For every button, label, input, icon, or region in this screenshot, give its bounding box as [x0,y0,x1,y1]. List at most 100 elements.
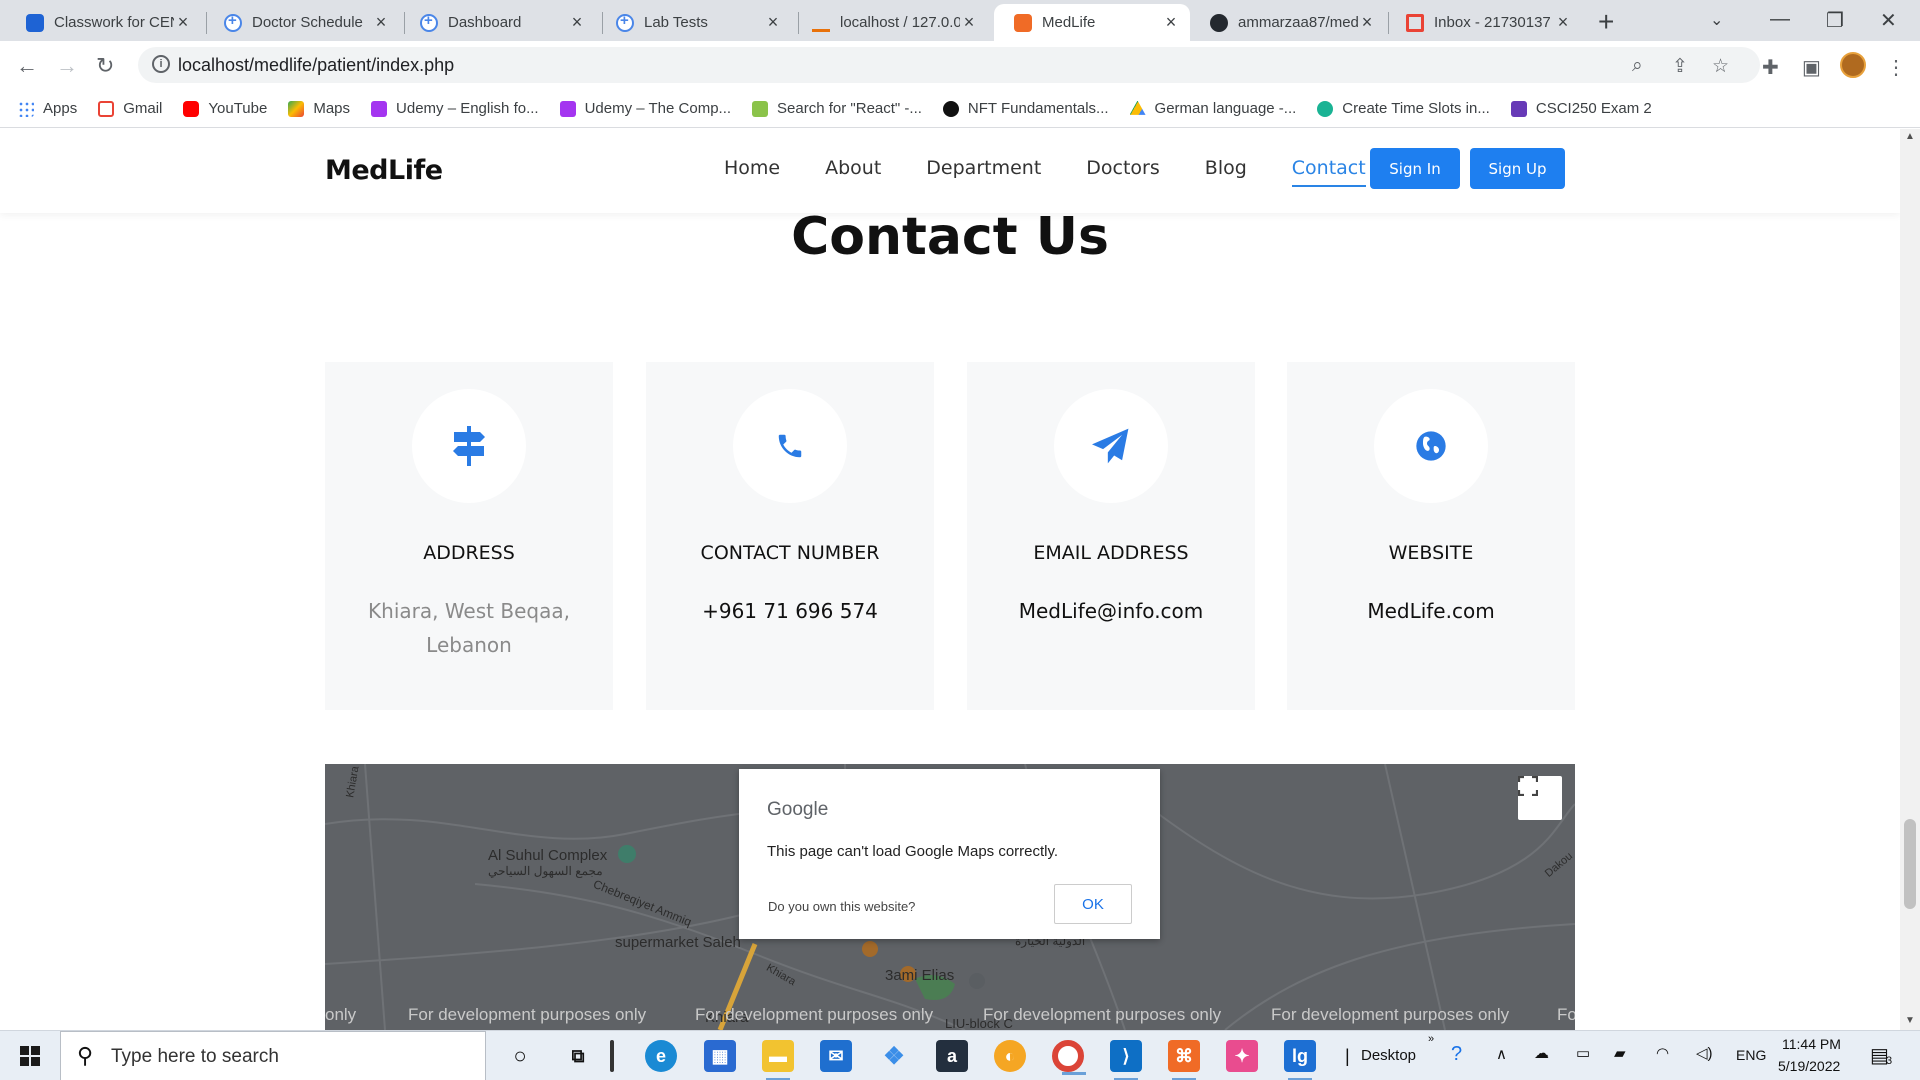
tab-phpmyadmin[interactable]: localhost / 127.0.0 × [792,4,988,41]
more-menu-icon[interactable]: ⋮ [1886,55,1906,80]
file-explorer-icon[interactable]: ▬ [762,1040,794,1080]
help-icon[interactable]: ? [1451,1043,1462,1066]
bookmark-label: CSCI250 Exam 2 [1535,100,1652,117]
language-indicator[interactable]: ENG [1736,1047,1766,1063]
bookmark-star-icon[interactable]: ☆ [1712,55,1729,78]
zoom-icon[interactable]: ⌕ [1632,55,1643,77]
side-panel-icon[interactable]: ▣ [1802,55,1821,80]
nav-blog[interactable]: Blog [1205,157,1247,187]
onedrive-icon[interactable]: ☁ [1534,1044,1549,1062]
dropbox-icon[interactable]: ❖ [878,1040,910,1072]
share-icon[interactable]: ⇪ [1672,55,1688,78]
close-icon[interactable]: × [372,12,390,33]
bookmark-search-react[interactable]: Search for "React" -... [752,100,922,117]
card-value: Khiara, West Beqaa, Lebanon [368,599,570,657]
tab-gmail-inbox[interactable]: Inbox - 21730137 × [1386,4,1582,41]
wifi-icon[interactable]: ◠ [1656,1044,1669,1062]
ok-button[interactable]: OK [1054,884,1132,924]
close-icon[interactable]: × [764,12,782,33]
nav-about[interactable]: About [825,157,881,187]
bookmark-udemy-english[interactable]: Udemy – English fo... [371,100,539,117]
search-bookmark-icon [752,100,769,117]
bookmark-maps[interactable]: Maps [288,100,350,117]
close-icon[interactable]: × [1554,12,1572,33]
url-text[interactable]: localhost/medlife/patient/index.php [178,55,454,76]
card-value[interactable]: MedLife@info.com [987,594,1235,628]
close-icon[interactable]: × [568,12,586,33]
scroll-down-icon[interactable]: ▼ [1905,1015,1915,1026]
xampp-icon[interactable]: ⌘ [1168,1040,1200,1080]
close-icon[interactable]: × [174,12,192,33]
close-window-button[interactable]: ✕ [1880,8,1897,33]
back-button[interactable]: ← [16,53,38,79]
minimize-button[interactable]: — [1770,8,1790,31]
bookmark-time-slots[interactable]: Create Time Slots in... [1317,100,1490,117]
bookmark-german[interactable]: German language -... [1129,100,1296,117]
bookmark-nft[interactable]: NFT Fundamentals... [942,100,1109,117]
toolbar-expand-icon[interactable]: » [1428,1033,1434,1045]
new-tab-button[interactable]: + [1598,6,1614,38]
extensions-icon[interactable]: ✚ [1762,55,1779,80]
udemy-icon [559,100,576,117]
bookmark-apps[interactable]: Apps [18,100,77,117]
map-fullscreen-button[interactable] [1518,776,1562,820]
pinwheel-icon[interactable]: ✦ [1226,1040,1258,1072]
sign-in-button[interactable]: Sign In [1370,148,1460,189]
start-button[interactable] [20,1046,40,1066]
tab-dashboard[interactable]: Dashboard × [400,4,596,41]
app-icon[interactable]: ◐ [994,1040,1026,1072]
card-title: EMAIL ADDRESS [1033,542,1189,564]
nav-home[interactable]: Home [724,157,780,187]
nav-doctors[interactable]: Doctors [1086,157,1160,187]
tab-medlife[interactable]: MedLife × [994,4,1190,41]
google-map[interactable]: Al Suhul Complex مجمع السهول السياحي Che… [325,764,1575,1030]
map-watermark: For development purposes only [983,1005,1222,1024]
avatar[interactable] [1840,52,1866,78]
clock-date[interactable]: 5/19/2022 [1778,1058,1840,1074]
volume-icon[interactable]: ◁) [1696,1044,1713,1062]
nav-contact[interactable]: Contact [1291,157,1366,187]
page-scrollbar[interactable]: ▲ ▼ [1900,129,1920,1030]
restore-button[interactable]: ❐ [1826,8,1844,33]
site-header: MedLife Home About Department Doctors Bl… [0,129,1900,213]
tab-github[interactable]: ammarzaa87/med × [1190,4,1386,41]
desktop-toolbar-label[interactable]: Desktop [1361,1047,1416,1064]
scrollbar-thumb[interactable] [1904,819,1916,909]
site-logo[interactable]: MedLife [325,155,443,186]
search-placeholder[interactable]: Type here to search [111,1046,279,1068]
mail-icon[interactable]: ✉ [820,1040,852,1072]
device-icon[interactable]: ▭ [1576,1044,1590,1062]
chevron-up-icon[interactable]: ∧ [1496,1045,1507,1063]
scroll-up-icon[interactable]: ▲ [1905,131,1915,142]
task-view-icon[interactable]: ⧉ [562,1040,594,1072]
tab-search-chevron-icon[interactable]: ⌄ [1710,10,1723,30]
cortana-icon[interactable]: ○ [504,1040,536,1072]
edge-icon[interactable]: e [645,1040,677,1072]
tab-classwork[interactable]: Classwork for CEN × [6,4,202,41]
card-value[interactable]: MedLife.com [1307,594,1555,628]
tab-doctor-schedule[interactable]: Doctor Schedule × [204,4,400,41]
bookmark-udemy-comp[interactable]: Udemy – The Comp... [559,100,731,117]
forward-button[interactable]: → [56,53,78,79]
ig-app-icon[interactable]: lg [1284,1040,1316,1080]
vscode-icon[interactable]: ⟩ [1110,1040,1142,1080]
map-label-supermarket: supermarket Saleh [615,934,741,951]
amazon-icon[interactable]: a [936,1040,968,1072]
close-icon[interactable]: × [1162,12,1180,33]
store-icon[interactable]: ▦ [704,1040,736,1072]
clock-time[interactable]: 11:44 PM [1782,1036,1841,1052]
tab-lab-tests[interactable]: Lab Tests × [596,4,792,41]
close-icon[interactable]: × [1358,12,1376,33]
reload-button[interactable]: ↻ [96,53,114,79]
bookmark-gmail[interactable]: Gmail [98,100,162,117]
sign-up-button[interactable]: Sign Up [1470,148,1565,189]
bookmark-csci250[interactable]: CSCI250 Exam 2 [1510,100,1652,117]
nav-department[interactable]: Department [926,157,1041,187]
bookmark-youtube[interactable]: YouTube [183,100,267,117]
chrome-icon[interactable] [1052,1040,1086,1075]
close-icon[interactable]: × [960,12,978,33]
taskbar-search[interactable]: ⚲ Type here to search [60,1031,486,1080]
battery-icon[interactable]: ▰ [1614,1044,1626,1062]
info-icon[interactable]: i [152,55,170,73]
address-bar[interactable]: i localhost/medlife/patient/index.php ⌕ … [138,47,1760,83]
